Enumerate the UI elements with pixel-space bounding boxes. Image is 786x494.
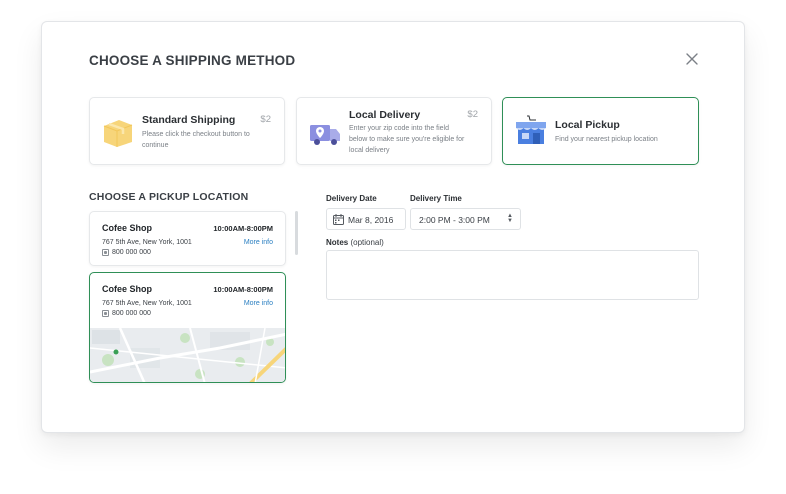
delivery-truck-icon [308,116,342,150]
notes-textarea[interactable] [326,250,699,300]
notes-optional-text: (optional) [350,238,384,247]
delivery-date-label: Delivery Date [326,194,377,203]
location-address: 767 5th Ave, New York, 1001 [102,239,192,246]
delivery-date-input[interactable]: Mar 8, 2016 [326,208,406,230]
modal-title: CHOOSE A SHIPPING METHOD [89,53,296,68]
notes-label-text: Notes [326,238,349,247]
method-title: Standard Shipping [142,114,236,126]
store-icon [514,114,548,148]
phone-icon [102,249,109,256]
location-name: Cofee Shop [102,284,153,294]
method-title: Local Pickup [555,119,620,131]
select-arrows-icon: ▲ ▼ [507,213,513,224]
more-info-link[interactable]: More info [244,300,273,307]
delivery-time-value: 2:00 PM - 3:00 PM [419,215,490,225]
delivery-date-value: Mar 8, 2016 [348,215,394,225]
location-phone: 800 000 000 [102,249,151,256]
pickup-section-title: CHOOSE A PICKUP LOCATION [89,191,249,203]
method-description: Enter your zip code into the field below… [349,125,465,154]
method-price: $2 [260,114,271,125]
method-card-standard-shipping[interactable]: Standard Shipping Please click the check… [89,97,285,165]
notes-label: Notes (optional) [326,238,384,247]
location-name: Cofee Shop [102,223,153,233]
method-price: $2 [467,109,478,120]
method-description: Find your nearest pickup location [555,136,658,143]
pickup-location-card[interactable]: Cofee Shop 10:00AM-8:00PM 767 5th Ave, N… [89,211,286,266]
location-phone: 800 000 000 [102,310,151,317]
location-address: 767 5th Ave, New York, 1001 [102,300,192,307]
phone-number: 800 000 000 [112,249,151,256]
shipping-method-modal: CHOOSE A SHIPPING METHOD Standard Shippi… [41,21,745,433]
phone-number: 800 000 000 [112,310,151,317]
location-map[interactable] [90,327,285,382]
method-card-local-delivery[interactable]: Local Delivery Enter your zip code into … [296,97,492,165]
more-info-link[interactable]: More info [244,239,273,246]
method-card-local-pickup[interactable]: Local Pickup Find your nearest pickup lo… [502,97,699,165]
location-hours: 10:00AM-8:00PM [213,285,273,294]
location-hours: 10:00AM-8:00PM [213,224,273,233]
delivery-time-select[interactable]: 2:00 PM - 3:00 PM ▲ ▼ [410,208,521,230]
method-title: Local Delivery [349,109,421,121]
close-icon[interactable] [685,52,699,66]
box-icon [101,116,135,150]
pickup-location-card-selected[interactable]: Cofee Shop 10:00AM-8:00PM 767 5th Ave, N… [89,272,286,383]
delivery-time-label: Delivery Time [410,194,462,203]
calendar-icon [333,214,344,225]
phone-icon [102,310,109,317]
close-button[interactable] [685,52,699,66]
location-list-scrollbar[interactable] [295,211,298,255]
method-description: Please click the checkout button to cont… [142,131,250,149]
